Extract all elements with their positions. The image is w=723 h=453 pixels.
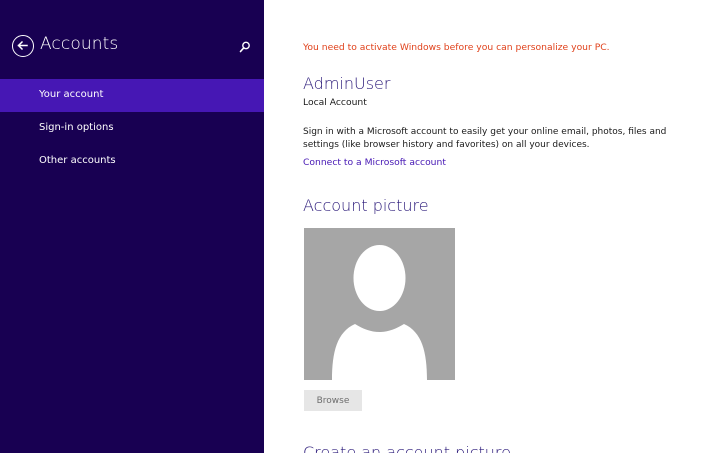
pc-settings-window: Accounts Your account Sign-in options Ot… <box>0 0 723 453</box>
user-silhouette-icon <box>332 245 427 380</box>
browse-button[interactable]: Browse <box>304 390 362 411</box>
search-button[interactable] <box>238 39 252 53</box>
sidebar-header: Accounts <box>12 34 252 59</box>
connect-microsoft-account-link[interactable]: Connect to a Microsoft account <box>303 157 446 168</box>
sidebar-nav: Your account Sign-in options Other accou… <box>0 79 264 178</box>
sidebar-item-sign-in-options[interactable]: Sign-in options <box>0 112 264 145</box>
sidebar-item-other-accounts[interactable]: Other accounts <box>0 145 264 178</box>
account-picture-heading: Account picture <box>303 196 429 215</box>
sidebar-item-your-account[interactable]: Your account <box>0 79 264 112</box>
sidebar-item-label: Sign-in options <box>39 122 114 133</box>
account-picture <box>304 228 455 380</box>
sidebar-item-label: Your account <box>39 89 104 100</box>
account-type: Local Account <box>303 97 367 108</box>
user-name: AdminUser <box>303 74 391 93</box>
back-button[interactable] <box>12 35 34 57</box>
search-icon <box>239 41 250 53</box>
activation-warning: You need to activate Windows before you … <box>303 42 610 53</box>
sidebar: Accounts Your account Sign-in options Ot… <box>0 0 264 453</box>
main-content: You need to activate Windows before you … <box>264 0 723 453</box>
back-arrow-icon <box>17 40 28 51</box>
create-account-picture-heading: Create an account picture <box>303 443 511 453</box>
account-description: Sign in with a Microsoft account to easi… <box>303 127 667 150</box>
sidebar-item-label: Other accounts <box>39 155 116 166</box>
sidebar-title: Accounts <box>40 34 119 54</box>
